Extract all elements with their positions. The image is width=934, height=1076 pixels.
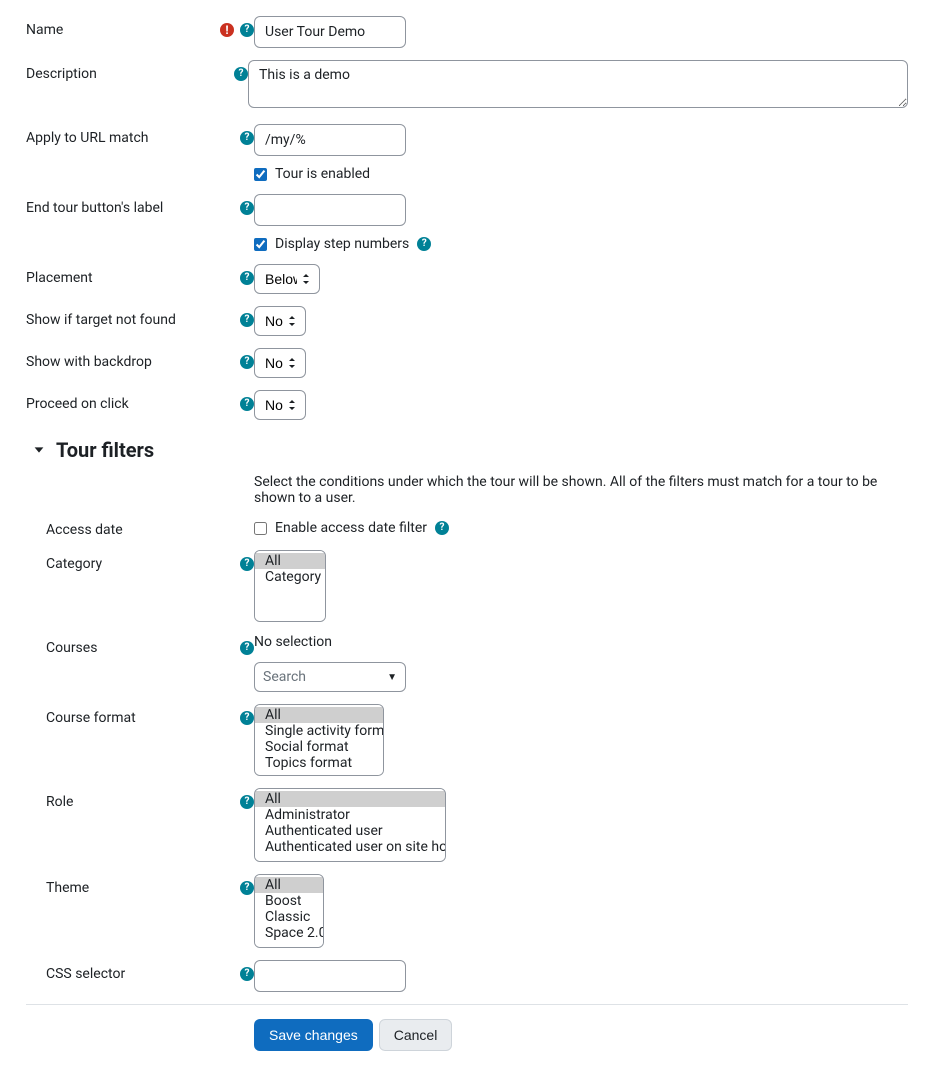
placement-label: Placement [26,270,240,286]
help-icon[interactable] [240,795,254,809]
help-icon[interactable] [240,711,254,725]
display-step-numbers-label: Display step numbers [275,236,409,252]
access-date-label: Access date [46,522,254,538]
help-icon[interactable] [240,967,254,981]
tour-filters-description: Select the conditions under which the to… [254,474,908,506]
category-label: Category [46,556,240,572]
access-date-checkbox-label: Enable access date filter [275,520,427,536]
list-item[interactable]: Authenticated user [255,823,445,839]
tour-enabled-checkbox[interactable] [254,168,267,181]
list-item[interactable]: Administrator [255,807,445,823]
tour-filters-title: Tour filters [56,438,154,462]
divider [26,1004,908,1005]
url-match-label: Apply to URL match [26,130,240,146]
courses-no-selection: No selection [254,634,908,650]
course-format-multiselect[interactable]: All Single activity format Social format… [254,704,384,776]
display-step-numbers-checkbox[interactable] [254,238,267,251]
list-item[interactable]: All [255,877,323,893]
list-item[interactable]: Single activity format [255,723,383,739]
required-icon [220,23,234,37]
name-label: Name [26,22,220,38]
help-icon[interactable] [417,237,431,251]
courses-search-placeholder: Search [263,669,306,685]
access-date-checkbox[interactable] [254,522,267,535]
show-with-backdrop-select[interactable]: No [254,348,306,378]
list-item[interactable]: All [255,553,325,569]
category-multiselect[interactable]: All Category 1 [254,550,326,622]
proceed-on-click-label: Proceed on click [26,396,240,412]
show-if-not-found-label: Show if target not found [26,312,240,328]
end-label-input[interactable] [254,194,406,226]
help-icon[interactable] [240,355,254,369]
css-selector-label: CSS selector [46,966,240,982]
help-icon[interactable] [234,67,248,81]
placement-select[interactable]: Below [254,264,320,294]
help-icon[interactable] [240,23,254,37]
proceed-on-click-select[interactable]: No [254,390,306,420]
list-item[interactable]: Social format [255,739,383,755]
list-item[interactable]: Space 2.0 [255,925,323,941]
theme-multiselect[interactable]: All Boost Classic Space 2.0 [254,874,324,948]
help-icon[interactable] [240,881,254,895]
help-icon[interactable] [435,521,449,535]
description-label: Description [26,66,234,82]
show-with-backdrop-label: Show with backdrop [26,354,240,370]
help-icon[interactable] [240,271,254,285]
css-selector-input[interactable] [254,960,406,992]
theme-label: Theme [46,880,240,896]
role-multiselect[interactable]: All Administrator Authenticated user Aut… [254,788,446,862]
list-item[interactable]: Topics format [255,755,383,771]
url-match-input[interactable] [254,124,406,156]
list-item[interactable]: Boost [255,893,323,909]
chevron-down-icon [32,443,46,457]
list-item[interactable]: Category 1 [255,569,325,585]
dropdown-arrow-icon: ▼ [387,672,397,683]
cancel-button[interactable]: Cancel [379,1019,453,1051]
role-label: Role [46,794,240,810]
name-input[interactable] [254,16,406,48]
show-if-not-found-select[interactable]: No [254,306,306,336]
help-icon[interactable] [240,557,254,571]
help-icon[interactable] [240,201,254,215]
help-icon[interactable] [240,313,254,327]
courses-label: Courses [46,640,240,656]
course-format-label: Course format [46,710,240,726]
list-item[interactable]: All [255,707,383,723]
tour-enabled-label: Tour is enabled [275,166,370,182]
save-button[interactable]: Save changes [254,1019,373,1051]
end-label-label: End tour button's label [26,200,240,216]
help-icon[interactable] [240,641,254,655]
list-item[interactable]: Authenticated user on site home [255,839,445,855]
list-item[interactable]: Classic [255,909,323,925]
tour-filters-header[interactable]: Tour filters [32,438,908,462]
list-item[interactable]: All [255,791,445,807]
courses-search-combobox[interactable]: Search ▼ [254,662,406,692]
help-icon[interactable] [240,131,254,145]
description-textarea[interactable] [248,60,908,108]
help-icon[interactable] [240,397,254,411]
